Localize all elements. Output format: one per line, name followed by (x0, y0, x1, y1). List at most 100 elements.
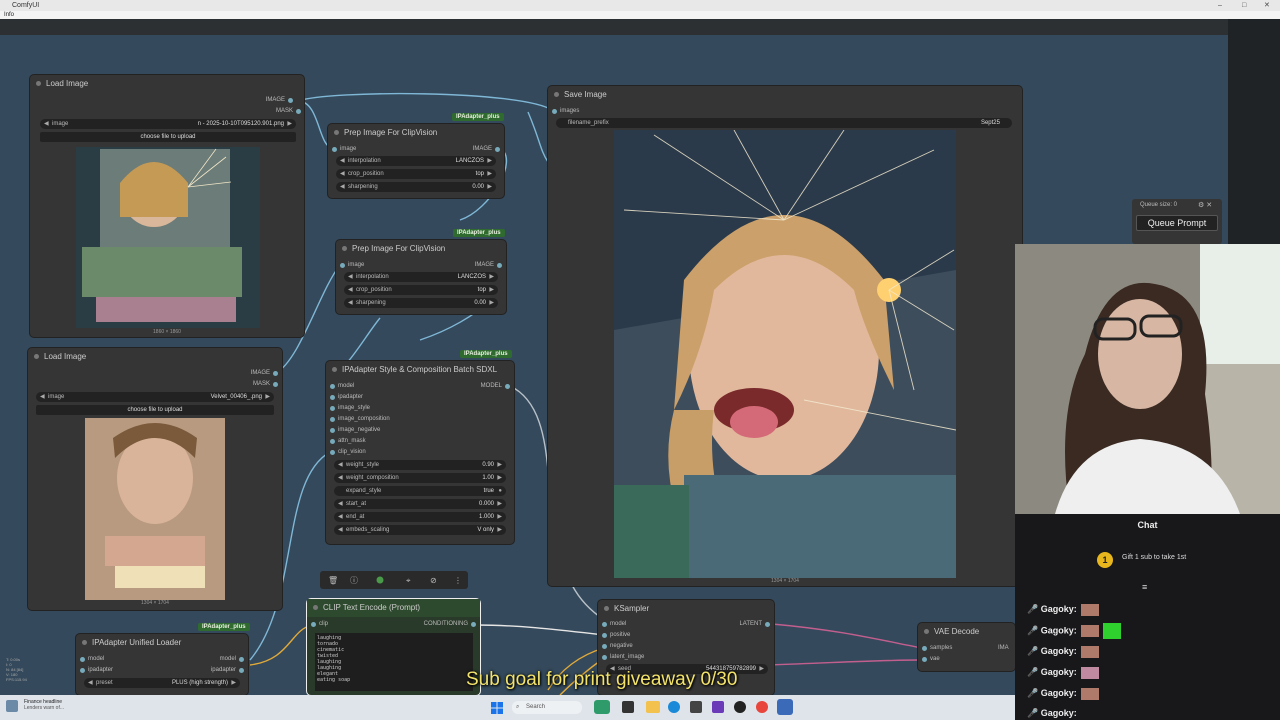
output-image[interactable]: IMAGE (213, 96, 293, 105)
input-model[interactable]: model (602, 620, 672, 629)
bypass-icon[interactable]: ⊘ (430, 576, 437, 585)
prompt-textarea[interactable]: laughing tornado cinematic twisted laugh… (315, 633, 473, 691)
upload-button[interactable]: choose file to upload (40, 132, 296, 142)
image-select[interactable]: ◀ image n - 2025-10-10T095120.901.png ▶ (40, 119, 296, 129)
node-title: IPAdapter Style & Composition Batch SDXL (326, 361, 514, 379)
taskbar-search-input[interactable]: ⌕ Search (512, 701, 582, 714)
widget-crop-position[interactable]: ◀ crop_position top ▶ (344, 285, 498, 295)
preview-image (85, 418, 225, 600)
arrow-right-icon[interactable]: ▶ (265, 392, 270, 402)
widget-expand-style-toggle[interactable]: expand_style true ● (334, 486, 506, 496)
widget-filename-prefix[interactable]: filename_prefix Sept25 (556, 118, 1012, 128)
prep-clipvision-node-2[interactable]: Prep Image For ClipVision image IMAGE ◀ i… (336, 240, 506, 314)
queue-settings-icon[interactable]: ⚙ ✕ (1198, 201, 1212, 209)
news-widget[interactable]: Finance headline Lenders warn of... (24, 699, 64, 711)
output-model[interactable]: model (176, 655, 244, 664)
clip-text-encode-node[interactable]: CLIP Text Encode (Prompt) clip CONDITION… (307, 599, 480, 695)
save-image-node[interactable]: Save Image images filename_prefix Sept25 … (548, 86, 1022, 586)
input-model[interactable]: model (80, 655, 140, 664)
queue-prompt-button[interactable]: Queue Prompt (1136, 215, 1218, 231)
search-icon: ⌕ (516, 704, 520, 710)
app-icon-purple[interactable] (712, 701, 724, 713)
prep-clipvision-node-1[interactable]: Prep Image For ClipVision image IMAGE ◀ i… (328, 124, 504, 198)
obs-icon[interactable] (734, 701, 746, 713)
file-explorer-icon[interactable] (646, 701, 660, 713)
input-clip-vision[interactable]: clip_vision (330, 448, 420, 457)
input-ipadapter[interactable]: ipadapter (80, 666, 140, 675)
input-image[interactable]: image (340, 261, 400, 270)
output-image[interactable]: IMAGE (428, 145, 500, 154)
edge-icon[interactable] (668, 701, 680, 713)
input-vae[interactable]: vae (922, 655, 982, 664)
widget-start-at[interactable]: ◀ start_at 0.000 ▶ (334, 499, 506, 509)
arrow-left-icon[interactable]: ◀ (40, 392, 45, 402)
input-ipadapter[interactable]: ipadapter (330, 393, 420, 402)
input-image[interactable]: image (332, 145, 392, 154)
app-title: ComfyUI (12, 2, 40, 9)
widget-weight-composition[interactable]: ◀ weight_composition 1.00 ▶ (334, 473, 506, 483)
color-dot-icon[interactable] (376, 576, 384, 584)
input-clip[interactable]: clip (311, 620, 361, 629)
chat-message: 🎤 Gagoky: (1027, 708, 1077, 718)
widget-interpolation[interactable]: ◀ interpolation LANCZOS ▶ (336, 156, 496, 166)
ipadapter-style-composition-node[interactable]: IPAdapter Style & Composition Batch SDXL… (326, 361, 514, 544)
vae-decode-node[interactable]: VAE Decode samples vae IMA (918, 623, 1015, 671)
output-image[interactable]: IMAGE (196, 369, 278, 378)
sub-goal-overlay: Sub goal for print giveaway 0/30 (466, 669, 738, 690)
emote-icon (1080, 603, 1099, 616)
gift-sub-pinned[interactable]: Gift 1 sub to take 1st (1122, 554, 1186, 561)
input-latent-image[interactable]: latent_image (602, 653, 672, 662)
output-mask[interactable]: MASK (196, 380, 278, 389)
widget-sharpening[interactable]: ◀ sharpening 0.00 ▶ (336, 182, 496, 192)
load-image-node-2[interactable]: Load Image IMAGE MASK ◀ image Velvet_004… (28, 348, 282, 610)
output-mask[interactable]: MASK (213, 107, 301, 116)
pin-icon[interactable]: ⌖ (406, 576, 411, 585)
widget-crop-position[interactable]: ◀ crop_position top ▶ (336, 169, 496, 179)
output-image[interactable]: IMA (998, 644, 1015, 653)
minimize-icon[interactable]: – (1218, 0, 1222, 11)
input-image-style[interactable]: image_style (330, 404, 420, 413)
output-model[interactable]: MODEL (436, 382, 510, 391)
load-image-node-1[interactable]: Load Image IMAGE MASK ◀ image n - 2025-1… (30, 75, 304, 337)
store-icon[interactable] (690, 701, 702, 713)
upload-button[interactable]: choose file to upload (36, 405, 274, 415)
widget-embeds-scaling[interactable]: ◀ embeds_scaling V only ▶ (334, 525, 506, 535)
input-image-composition[interactable]: image_composition (330, 415, 420, 424)
output-conditioning[interactable]: CONDITIONING (387, 620, 476, 629)
canvas-side-panel (1228, 19, 1280, 244)
input-model[interactable]: model (330, 382, 420, 391)
input-attn-mask[interactable]: attn_mask (330, 437, 420, 446)
render-stats: T: 0.00s I: 0 N: 84 [84] V: 180 FPS:115.94 (6, 657, 27, 682)
widget-end-at[interactable]: ◀ end_at 1.000 ▶ (334, 512, 506, 522)
more-icon[interactable]: ⋮ (454, 576, 462, 585)
widget-interpolation[interactable]: ◀ interpolation LANCZOS ▶ (344, 272, 498, 282)
weather-icon[interactable] (6, 700, 18, 712)
input-image-negative[interactable]: image_negative (330, 426, 420, 435)
close-icon[interactable]: ✕ (1264, 0, 1270, 11)
windows-start-icon[interactable] (491, 701, 503, 714)
menu-info[interactable]: Info (4, 12, 14, 18)
app-icon-photos[interactable] (594, 700, 610, 714)
image-select[interactable]: ◀ image Velvet_00406_.png ▶ (36, 392, 274, 402)
trash-icon[interactable]: 🗑 (328, 576, 338, 585)
chrome-icon[interactable] (756, 701, 768, 713)
app-icon-active[interactable] (777, 699, 793, 715)
widget-sharpening[interactable]: ◀ sharpening 0.00 ▶ (344, 298, 498, 308)
chat-scroll-icon[interactable]: ≡ (1142, 582, 1147, 592)
output-image[interactable]: IMAGE (430, 261, 502, 270)
arrow-left-icon[interactable]: ◀ (44, 119, 49, 129)
arrow-right-icon[interactable]: ▶ (287, 119, 292, 129)
task-view-icon[interactable] (622, 701, 634, 713)
info-icon[interactable]: ⓘ (350, 576, 358, 585)
input-positive[interactable]: positive (602, 631, 672, 640)
output-latent[interactable]: LATENT (698, 620, 770, 629)
input-images[interactable]: images (552, 107, 612, 116)
ipadapter-unified-loader-node[interactable]: IPAdapter Unified Loader model ipadapter… (76, 634, 248, 695)
widget-weight-style[interactable]: ◀ weight_style 0.90 ▶ (334, 460, 506, 470)
maximize-icon[interactable]: □ (1242, 0, 1246, 11)
widget-preset[interactable]: ◀ preset PLUS (high strength) ▶ (84, 678, 240, 688)
input-negative[interactable]: negative (602, 642, 672, 651)
output-ipadapter[interactable]: ipadapter (176, 666, 244, 675)
input-samples[interactable]: samples (922, 644, 982, 653)
ipadapter-badge: IPAdapter_plus (453, 229, 505, 237)
